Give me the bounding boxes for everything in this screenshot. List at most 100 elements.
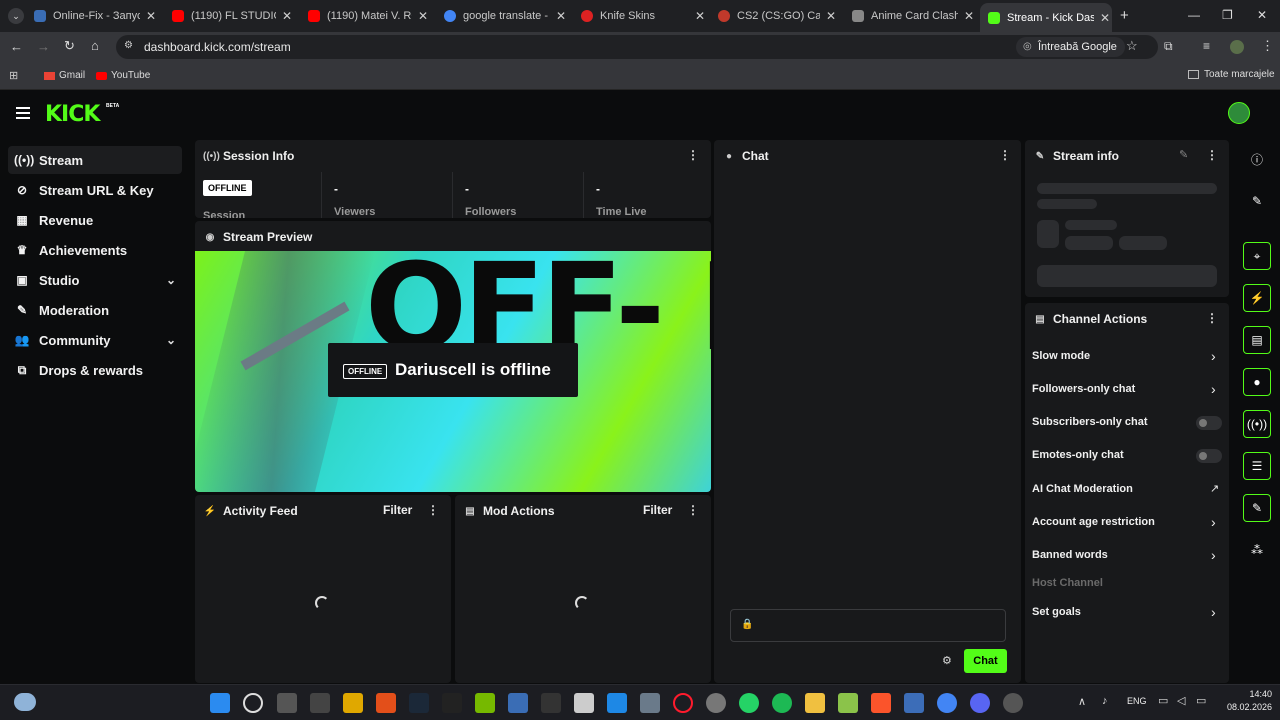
pencil-icon[interactable]: ✎ — [1243, 187, 1271, 215]
sidebar-item-stream-url-key[interactable]: ⊘ Stream URL & Key — [8, 176, 182, 204]
epic-games-icon[interactable] — [442, 693, 462, 713]
sidebar-item-stream[interactable]: ((•)) Stream — [8, 146, 182, 174]
activity-filter-button[interactable]: Filter — [383, 503, 412, 517]
media-icon[interactable]: ≡ — [1203, 39, 1210, 53]
search-icon[interactable] — [243, 693, 263, 713]
user-avatar[interactable] — [1228, 102, 1250, 124]
hamburger-menu-icon[interactable] — [16, 107, 30, 119]
browser-tab[interactable]: Anime Card Clash C ✕ — [852, 4, 976, 28]
close-tab-icon[interactable]: ✕ — [416, 9, 430, 23]
broadcast-icon[interactable]: ((•)) — [1243, 410, 1271, 438]
browser-tab-active[interactable]: Stream - Kick Dashb ✕ — [980, 3, 1112, 32]
more-options-icon[interactable]: ⋮ — [687, 503, 699, 517]
reload-icon[interactable]: ↻ — [64, 38, 75, 54]
sidebar-item-revenue[interactable]: ▦ Revenue — [8, 206, 182, 234]
chat-settings-gear-icon[interactable]: ⚙ — [942, 654, 952, 667]
photos-icon[interactable] — [607, 693, 627, 713]
emotes-only-toggle[interactable] — [1196, 449, 1222, 463]
wrench-icon[interactable]: ✎ — [1243, 494, 1271, 522]
sidebar-item-drops-rewards[interactable]: ⧉ Drops & rewards — [8, 356, 182, 384]
browser-tab[interactable]: (1190) FL STUDIO | B ✕ — [172, 4, 294, 28]
browser-menu-icon[interactable]: ⋮ — [1261, 38, 1274, 54]
url-text[interactable]: dashboard.kick.com/stream — [144, 40, 291, 54]
tab-search-icon[interactable]: ⌄ — [8, 8, 24, 24]
nvidia-icon[interactable] — [475, 693, 495, 713]
weather-icon[interactable] — [14, 693, 36, 711]
browser-tab[interactable]: Knife Skins ✕ — [581, 4, 707, 28]
extensions-icon[interactable]: ⧉ — [1164, 39, 1173, 54]
close-tab-icon[interactable]: ✕ — [824, 9, 838, 23]
clock[interactable]: 14:40 08.02.2026 — [1222, 689, 1272, 712]
app-icon[interactable] — [541, 693, 561, 713]
chat-icon[interactable]: ● — [1243, 368, 1271, 396]
browser-tab[interactable]: google translate - Cã ✕ — [444, 4, 568, 28]
profile-avatar[interactable] — [1230, 40, 1244, 54]
site-info-icon[interactable]: ⚙ — [124, 40, 133, 51]
app-icon[interactable] — [343, 693, 363, 713]
bookmark-gmail[interactable]: Gmail — [44, 70, 85, 81]
subscribers-only-toggle[interactable] — [1196, 416, 1222, 430]
browser-tab[interactable]: Online-Fix - Запуск и ✕ — [34, 4, 158, 28]
chevron-right-icon[interactable]: › — [1211, 348, 1216, 364]
ask-google-button[interactable]: ◎ Întreabă Google — [1016, 37, 1125, 57]
whatsapp-icon[interactable] — [739, 693, 759, 713]
omnibox[interactable]: ⚙ dashboard.kick.com/stream ◎ Întreabă G… — [116, 35, 1158, 59]
document-icon[interactable]: ▤ — [1243, 326, 1271, 354]
sidebar-item-achievements[interactable]: ♛ Achievements — [8, 236, 182, 264]
app-icon[interactable] — [376, 693, 396, 713]
opera-icon[interactable] — [673, 693, 693, 713]
followers-only-chat-item[interactable]: Followers-only chat — [1032, 383, 1135, 395]
file-explorer-icon[interactable] — [805, 693, 825, 713]
battery-icon[interactable]: ▭ — [1196, 694, 1206, 707]
app-icon[interactable] — [508, 693, 528, 713]
app-icon[interactable] — [904, 693, 924, 713]
network-icon[interactable]: ▭ — [1158, 694, 1168, 707]
close-window-button[interactable]: ✕ — [1257, 8, 1267, 22]
close-tab-icon[interactable]: ✕ — [693, 9, 707, 23]
task-view-icon[interactable] — [277, 693, 297, 713]
kick-logo[interactable]: KICK — [45, 102, 100, 127]
spotify-icon[interactable] — [772, 693, 792, 713]
microphone-icon[interactable]: ♪ — [1102, 695, 1108, 707]
ai-chat-moderation-item[interactable]: AI Chat Moderation — [1032, 483, 1133, 495]
close-tab-icon[interactable]: ✕ — [144, 9, 158, 23]
browser-tab[interactable]: (1190) Matei V. RO ✕ — [308, 4, 430, 28]
apps-grid-icon[interactable]: ⊞ — [9, 69, 18, 82]
back-icon[interactable]: ← — [10, 39, 23, 54]
calculator-icon[interactable] — [640, 693, 660, 713]
browser-tab[interactable]: CS2 (CS:GO) Case O| ✕ — [718, 4, 838, 28]
close-tab-icon[interactable]: ✕ — [962, 9, 976, 23]
close-tab-icon[interactable]: ✕ — [280, 9, 294, 23]
banned-words-item[interactable]: Banned words — [1032, 549, 1108, 561]
forward-icon[interactable]: → — [37, 39, 50, 54]
sidebar-item-community[interactable]: 👥 Community ⌄ — [8, 326, 182, 354]
slow-mode-item[interactable]: Slow mode — [1032, 350, 1090, 362]
mod-filter-button[interactable]: Filter — [643, 503, 672, 517]
bookmark-star-icon[interactable]: ☆ — [1126, 38, 1138, 54]
settings-icon[interactable] — [706, 693, 726, 713]
chat-send-button[interactable]: Chat — [964, 649, 1007, 673]
more-options-icon[interactable]: ⋮ — [687, 148, 699, 162]
external-link-icon[interactable]: ↗ — [1210, 482, 1219, 495]
set-goals-item[interactable]: Set goals — [1032, 606, 1081, 618]
volume-icon[interactable]: ◁ — [1177, 694, 1185, 707]
brave-icon[interactable] — [871, 693, 891, 713]
lightning-icon[interactable]: ⚡ — [1243, 284, 1271, 312]
new-tab-button[interactable]: + — [1120, 7, 1129, 24]
more-options-icon[interactable]: ⋮ — [999, 148, 1011, 162]
app-icon[interactable] — [1003, 693, 1023, 713]
account-age-restriction-item[interactable]: Account age restriction — [1032, 516, 1155, 528]
more-options-icon[interactable]: ⋮ — [1206, 311, 1218, 325]
home-icon[interactable]: ⌂ — [91, 38, 99, 53]
maximize-button[interactable]: ❐ — [1222, 8, 1233, 22]
edit-pencil-icon[interactable]: ✎ — [1179, 148, 1188, 161]
more-options-icon[interactable]: ⋮ — [1206, 148, 1218, 162]
chrome-icon[interactable] — [937, 693, 957, 713]
bookmark-youtube[interactable]: YouTube — [96, 70, 150, 81]
steam-icon[interactable] — [409, 693, 429, 713]
tray-chevron-icon[interactable]: ∧ — [1078, 695, 1086, 708]
chevron-right-icon[interactable]: › — [1211, 514, 1216, 530]
windows-start-icon[interactable] — [210, 693, 230, 713]
close-tab-icon[interactable]: ✕ — [554, 9, 568, 23]
chevron-right-icon[interactable]: › — [1211, 381, 1216, 397]
